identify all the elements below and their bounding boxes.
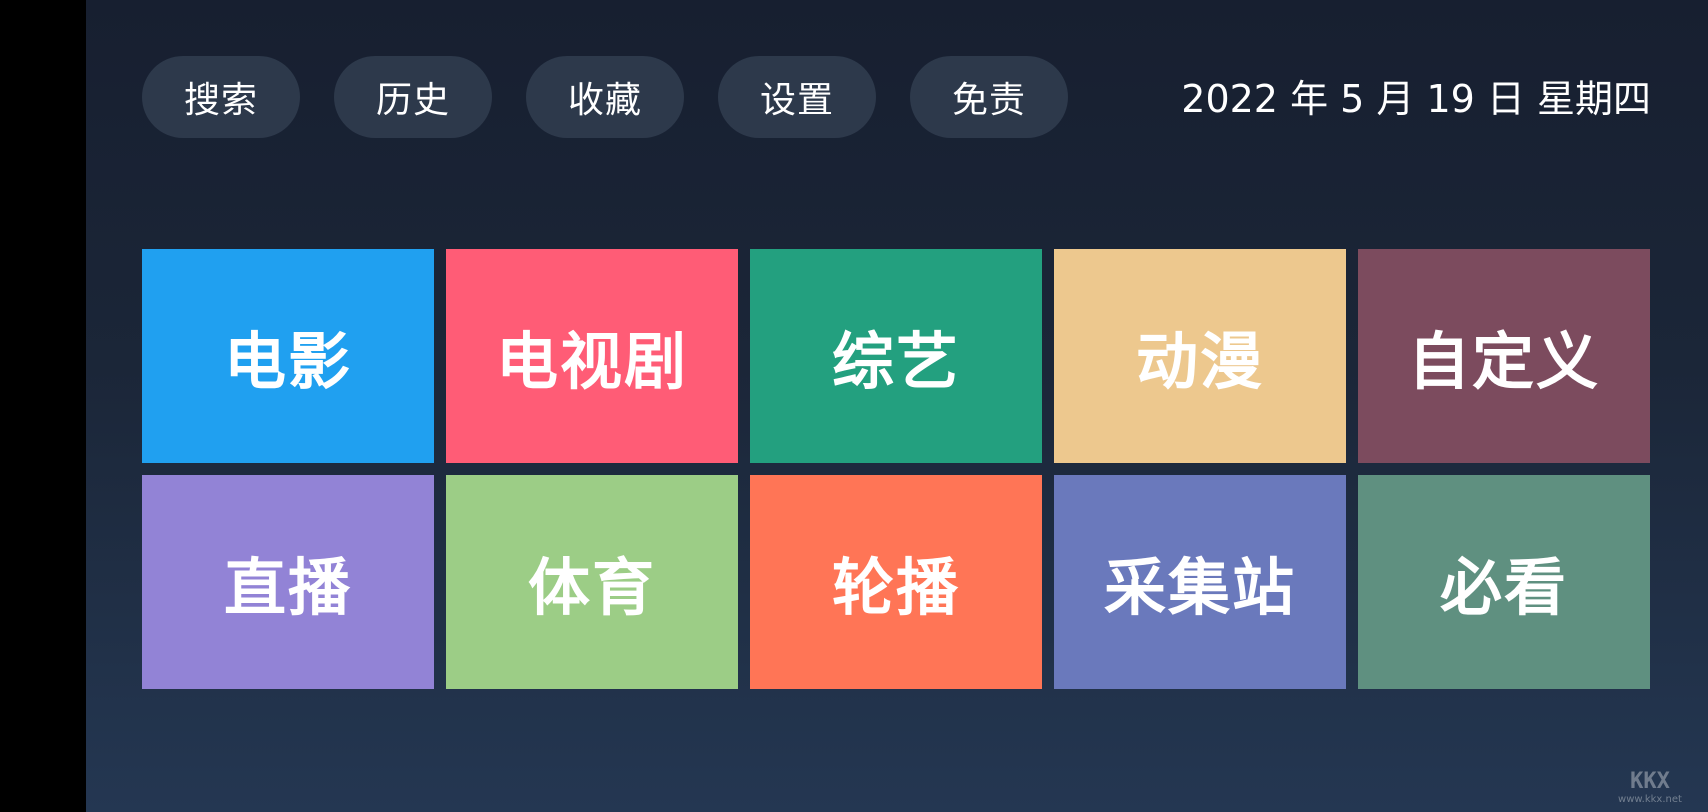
tile-anime[interactable]: 动漫 [1054, 249, 1346, 463]
disclaimer-button[interactable]: 免责 [910, 56, 1068, 138]
search-button[interactable]: 搜索 [142, 56, 300, 138]
tile-live[interactable]: 直播 [142, 475, 434, 689]
tile-must-watch[interactable]: 必看 [1358, 475, 1650, 689]
tile-carousel[interactable]: 轮播 [750, 475, 1042, 689]
tile-collection-site[interactable]: 采集站 [1054, 475, 1346, 689]
history-button[interactable]: 历史 [334, 56, 492, 138]
tile-movie[interactable]: 电影 [142, 249, 434, 463]
settings-button[interactable]: 设置 [718, 56, 876, 138]
watermark-logo: KKX [1630, 769, 1670, 794]
category-grid: 电影 电视剧 综艺 动漫 自定义 直播 体育 轮播 采集站 必看 [142, 249, 1650, 689]
watermark-url: www.kkx.net [1618, 794, 1682, 805]
tile-variety[interactable]: 综艺 [750, 249, 1042, 463]
tile-sports[interactable]: 体育 [446, 475, 738, 689]
favorites-button[interactable]: 收藏 [526, 56, 684, 138]
tile-custom[interactable]: 自定义 [1358, 249, 1650, 463]
app-screen: 搜索 历史 收藏 设置 免责 2022 年 5 月 19 日 星期四 电影 电视… [86, 0, 1708, 812]
date-display: 2022 年 5 月 19 日 星期四 [1181, 77, 1651, 121]
top-nav: 搜索 历史 收藏 设置 免责 [142, 56, 1068, 138]
tile-tv-series[interactable]: 电视剧 [446, 249, 738, 463]
site-watermark: KKX www.kkx.net [1598, 768, 1702, 808]
